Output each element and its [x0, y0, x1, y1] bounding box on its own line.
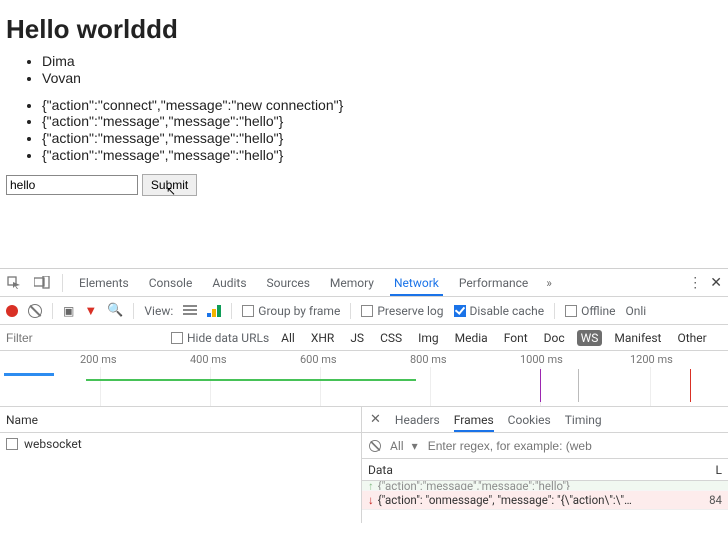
list-item: Dima [42, 53, 722, 70]
network-toolbar: ▣ ▼ 🔍 View: Group by frame Preserve log … [0, 297, 728, 325]
clear-icon[interactable] [28, 304, 42, 318]
timeline-tick: 600 ms [300, 353, 337, 366]
request-checkbox[interactable] [6, 438, 18, 450]
offline-label: Offline [581, 304, 615, 318]
frames-header-data[interactable]: Data [368, 463, 694, 477]
list-item: {"action":"message","message":"hello"} [42, 113, 722, 130]
tabs-overflow-icon[interactable]: » [544, 276, 554, 290]
detail-tab-timing[interactable]: Timing [565, 408, 602, 432]
timeline-tick: 800 ms [410, 353, 447, 366]
network-timeline[interactable]: 200 ms 400 ms 600 ms 800 ms 1000 ms 1200… [0, 351, 728, 407]
frames-header-length[interactable]: L [694, 463, 722, 477]
frame-data: {"action": "onmessage", "message": "{\"a… [378, 493, 694, 507]
type-ws[interactable]: WS [577, 330, 603, 346]
type-other[interactable]: Other [673, 330, 710, 346]
user-list: Dima Vovan [6, 53, 722, 87]
dropdown-icon[interactable]: ▾ [412, 439, 418, 453]
close-detail-icon[interactable]: ✕ [370, 412, 381, 427]
request-list: Name websocket [0, 407, 362, 523]
online-label[interactable]: Onli [626, 304, 647, 318]
search-icon[interactable]: 🔍 [107, 303, 123, 318]
disable-cache-checkbox[interactable]: Disable cache [454, 304, 545, 318]
group-by-frame-checkbox[interactable]: Group by frame [242, 304, 340, 318]
detail-tab-frames[interactable]: Frames [454, 408, 494, 432]
devtools-tabbar: Elements Console Audits Sources Memory N… [0, 269, 728, 297]
request-row[interactable]: websocket [0, 433, 361, 455]
clear-frames-icon[interactable] [369, 440, 381, 452]
view-overview-icon[interactable] [207, 305, 221, 317]
disable-cache-label: Disable cache [470, 304, 545, 318]
detail-tab-headers[interactable]: Headers [395, 408, 440, 432]
tab-performance[interactable]: Performance [455, 270, 532, 296]
group-by-frame-label: Group by frame [258, 304, 340, 318]
tab-memory[interactable]: Memory [326, 270, 378, 296]
timeline-tick: 1200 ms [630, 353, 673, 366]
filter-input[interactable] [4, 328, 163, 348]
frames-regex-input[interactable] [426, 438, 722, 454]
type-font[interactable]: Font [500, 330, 532, 346]
record-icon[interactable] [6, 305, 18, 317]
list-item: {"action":"message","message":"hello"} [42, 147, 722, 164]
type-css[interactable]: CSS [376, 330, 406, 346]
offline-checkbox[interactable]: Offline [565, 304, 615, 318]
tab-audits[interactable]: Audits [208, 270, 250, 296]
list-item: {"action":"message","message":"hello"} [42, 130, 722, 147]
message-list: {"action":"connect","message":"new conne… [6, 97, 722, 164]
request-name: websocket [24, 437, 82, 451]
view-list-icon[interactable] [183, 305, 197, 317]
hide-data-urls-label: Hide data URLs [187, 331, 269, 345]
list-item: {"action":"connect","message":"new conne… [42, 97, 722, 114]
arrow-up-icon: ↑ [368, 481, 374, 491]
network-filterbar: Hide data URLs All XHR JS CSS Img Media … [0, 325, 728, 351]
timeline-tick: 200 ms [80, 353, 117, 366]
arrow-down-icon: ↓ [368, 493, 374, 507]
type-manifest[interactable]: Manifest [610, 330, 665, 346]
type-all[interactable]: All [277, 330, 299, 346]
type-doc[interactable]: Doc [540, 330, 569, 346]
type-xhr[interactable]: XHR [307, 330, 338, 346]
type-media[interactable]: Media [451, 330, 492, 346]
hide-data-urls-checkbox[interactable]: Hide data URLs [171, 331, 269, 345]
frame-length: 84 [694, 493, 722, 507]
column-header-name[interactable]: Name [0, 407, 361, 433]
message-input[interactable] [6, 175, 138, 195]
frames-filter-all[interactable]: All [390, 439, 404, 453]
list-item: Vovan [42, 70, 722, 87]
submit-button[interactable]: Submit [142, 174, 197, 196]
more-icon[interactable]: ⋮ [688, 275, 702, 291]
tab-console[interactable]: Console [145, 270, 197, 296]
preserve-log-checkbox[interactable]: Preserve log [361, 304, 443, 318]
page-heading: Hello worlddd [6, 14, 722, 45]
frame-data: {"action":"message","message":"hello"} [378, 481, 694, 491]
timeline-tick: 400 ms [190, 353, 227, 366]
close-devtools-icon[interactable]: ✕ [710, 275, 722, 291]
device-toggle-icon[interactable] [34, 275, 50, 291]
detail-tab-cookies[interactable]: Cookies [508, 408, 551, 432]
timeline-tick: 1000 ms [520, 353, 563, 366]
filter-icon[interactable]: ▼ [84, 303, 97, 319]
frame-row[interactable]: ↓ {"action": "onmessage", "message": "{\… [362, 491, 728, 510]
request-detail: ✕ Headers Frames Cookies Timing All ▾ Da… [362, 407, 728, 523]
preserve-log-label: Preserve log [377, 304, 443, 318]
devtools-panel: Elements Console Audits Sources Memory N… [0, 268, 728, 552]
type-js[interactable]: JS [346, 330, 368, 346]
view-label: View: [144, 304, 173, 318]
frame-row[interactable]: ↑ {"action":"message","message":"hello"} [362, 481, 728, 491]
type-img[interactable]: Img [414, 330, 443, 346]
screenshot-icon[interactable]: ▣ [63, 304, 74, 318]
tab-sources[interactable]: Sources [263, 270, 314, 296]
tab-elements[interactable]: Elements [75, 270, 133, 296]
tab-network[interactable]: Network [390, 270, 443, 296]
inspect-icon[interactable] [6, 275, 22, 291]
